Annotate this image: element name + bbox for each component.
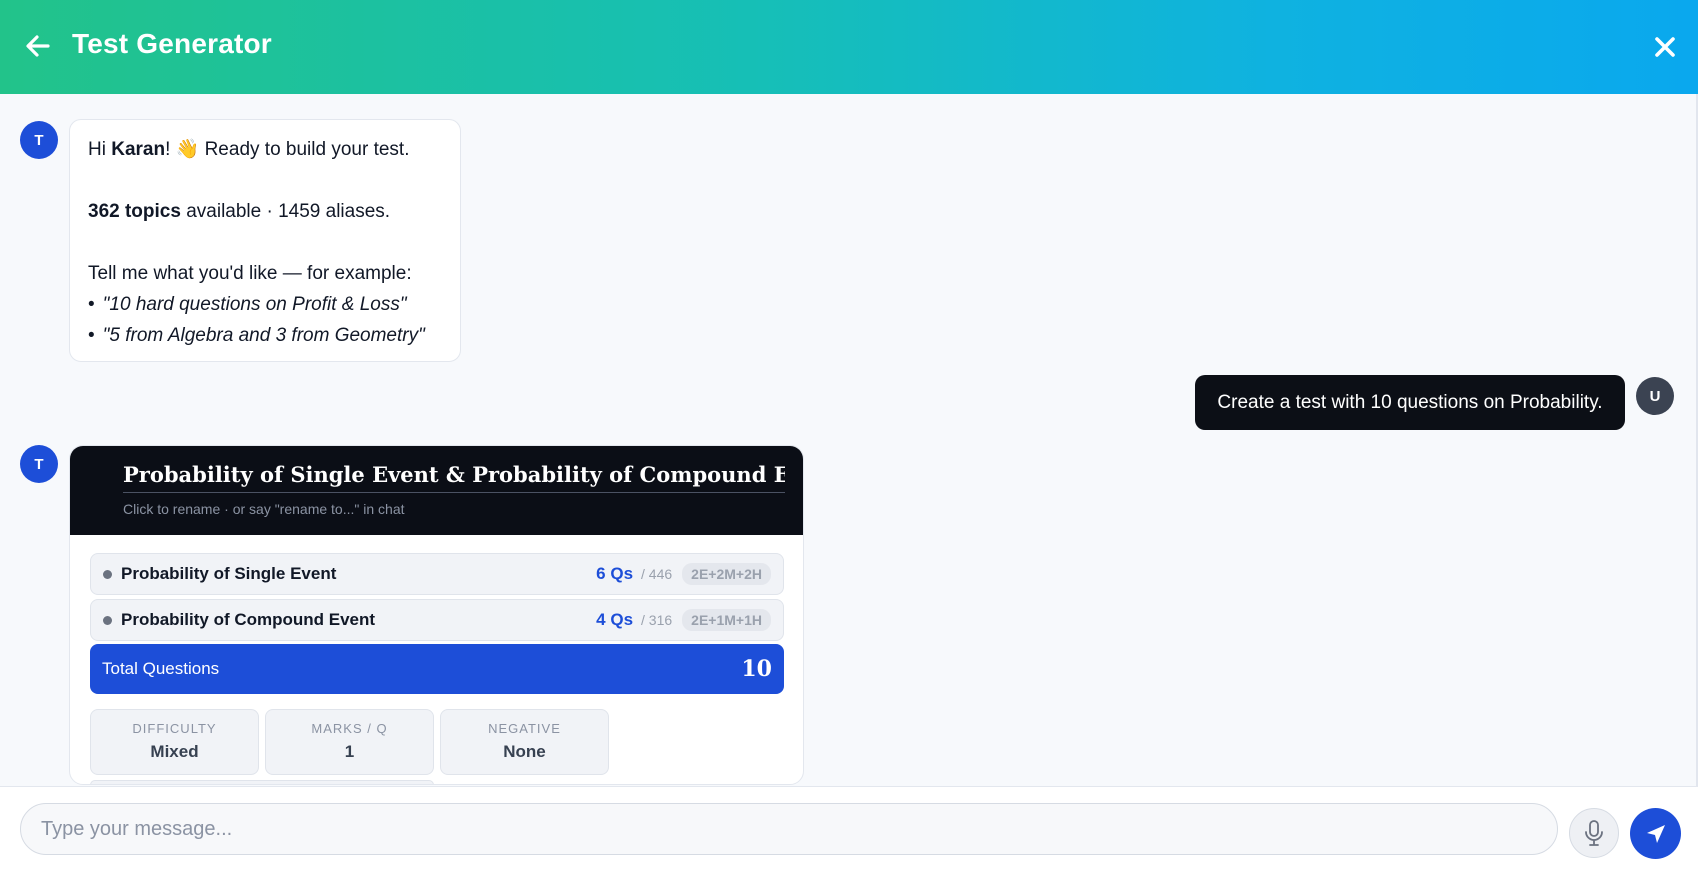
page-title: Test Generator <box>72 28 272 59</box>
example-item: "10 hard questions on Profit & Loss" <box>88 289 442 320</box>
arrow-left-icon <box>26 35 50 57</box>
stat-value: Mixed <box>150 742 199 761</box>
topic-name: Probability of Compound Event <box>121 610 376 629</box>
close-button[interactable] <box>1650 32 1680 62</box>
topics-count: 362 topics <box>88 201 181 222</box>
topic-available-count: / 316 <box>641 612 673 628</box>
microphone-icon <box>1585 820 1603 846</box>
app-header: Test Generator <box>0 0 1698 94</box>
stat-label: NEGATIVE <box>488 721 561 736</box>
example-item: "5 from Algebra and 3 from Geometry" <box>88 320 442 351</box>
topic-available-count: / 446 <box>641 566 673 582</box>
marks-per-question-setting[interactable]: MARKS / Q 1 <box>265 709 434 775</box>
difficulty-mix-badge: 2E+1M+1H <box>682 609 771 631</box>
voice-input-button[interactable] <box>1569 808 1619 858</box>
total-questions-bar: Total Questions 10 <box>90 644 784 694</box>
send-button[interactable] <box>1630 808 1681 859</box>
back-button[interactable] <box>22 30 54 62</box>
next-setting-box <box>90 780 434 784</box>
greeting-line: Hi Karan! 👋 Ready to build your test. <box>88 139 410 160</box>
stat-label: DIFFICULTY <box>132 721 217 736</box>
topic-row: Probability of Compound Event 4 Qs / 316… <box>90 599 784 641</box>
negative-marking-setting[interactable]: NEGATIVE None <box>440 709 609 775</box>
difficulty-mix-badge: 2E+2M+2H <box>682 563 771 585</box>
user-name: Karan <box>111 139 166 160</box>
total-label: Total Questions <box>102 659 220 678</box>
message-input[interactable] <box>20 803 1558 855</box>
test-summary-card: Probability of Single Event & Probabilit… <box>69 445 804 785</box>
topic-question-count: 4 Qs <box>596 610 634 629</box>
topic-name: Probability of Single Event <box>121 564 337 583</box>
difficulty-setting[interactable]: DIFFICULTY Mixed <box>90 709 259 775</box>
topics-summary: 362 topics available · 1459 aliases. <box>88 201 391 222</box>
topic-row: Probability of Single Event 6 Qs / 446 2… <box>90 553 784 595</box>
topic-question-count: 6 Qs <box>596 564 634 583</box>
card-header: Probability of Single Event & Probabilit… <box>70 446 803 535</box>
bot-avatar: T <box>20 445 58 483</box>
user-message: Create a test with 10 questions on Proba… <box>1195 375 1625 430</box>
stat-value: None <box>503 742 546 761</box>
bot-avatar: T <box>20 121 58 159</box>
example-list: "10 hard questions on Profit & Loss" "5 … <box>88 289 442 351</box>
user-avatar: U <box>1636 377 1674 415</box>
close-icon <box>1655 37 1675 57</box>
rename-hint: Click to rename · or say "rename to..." … <box>123 501 405 517</box>
bot-welcome-message: Hi Karan! 👋 Ready to build your test. 36… <box>69 119 461 362</box>
total-value: 10 <box>741 656 772 682</box>
prompt-line: Tell me what you'd like — for example: <box>88 263 412 284</box>
message-composer <box>0 786 1698 875</box>
stat-value: 1 <box>344 742 355 761</box>
bullet-dot <box>103 569 112 579</box>
send-icon <box>1646 824 1665 843</box>
stat-label: MARKS / Q <box>311 721 388 736</box>
bullet-dot <box>103 615 112 625</box>
test-title[interactable]: Probability of Single Event & Probabilit… <box>123 462 785 493</box>
